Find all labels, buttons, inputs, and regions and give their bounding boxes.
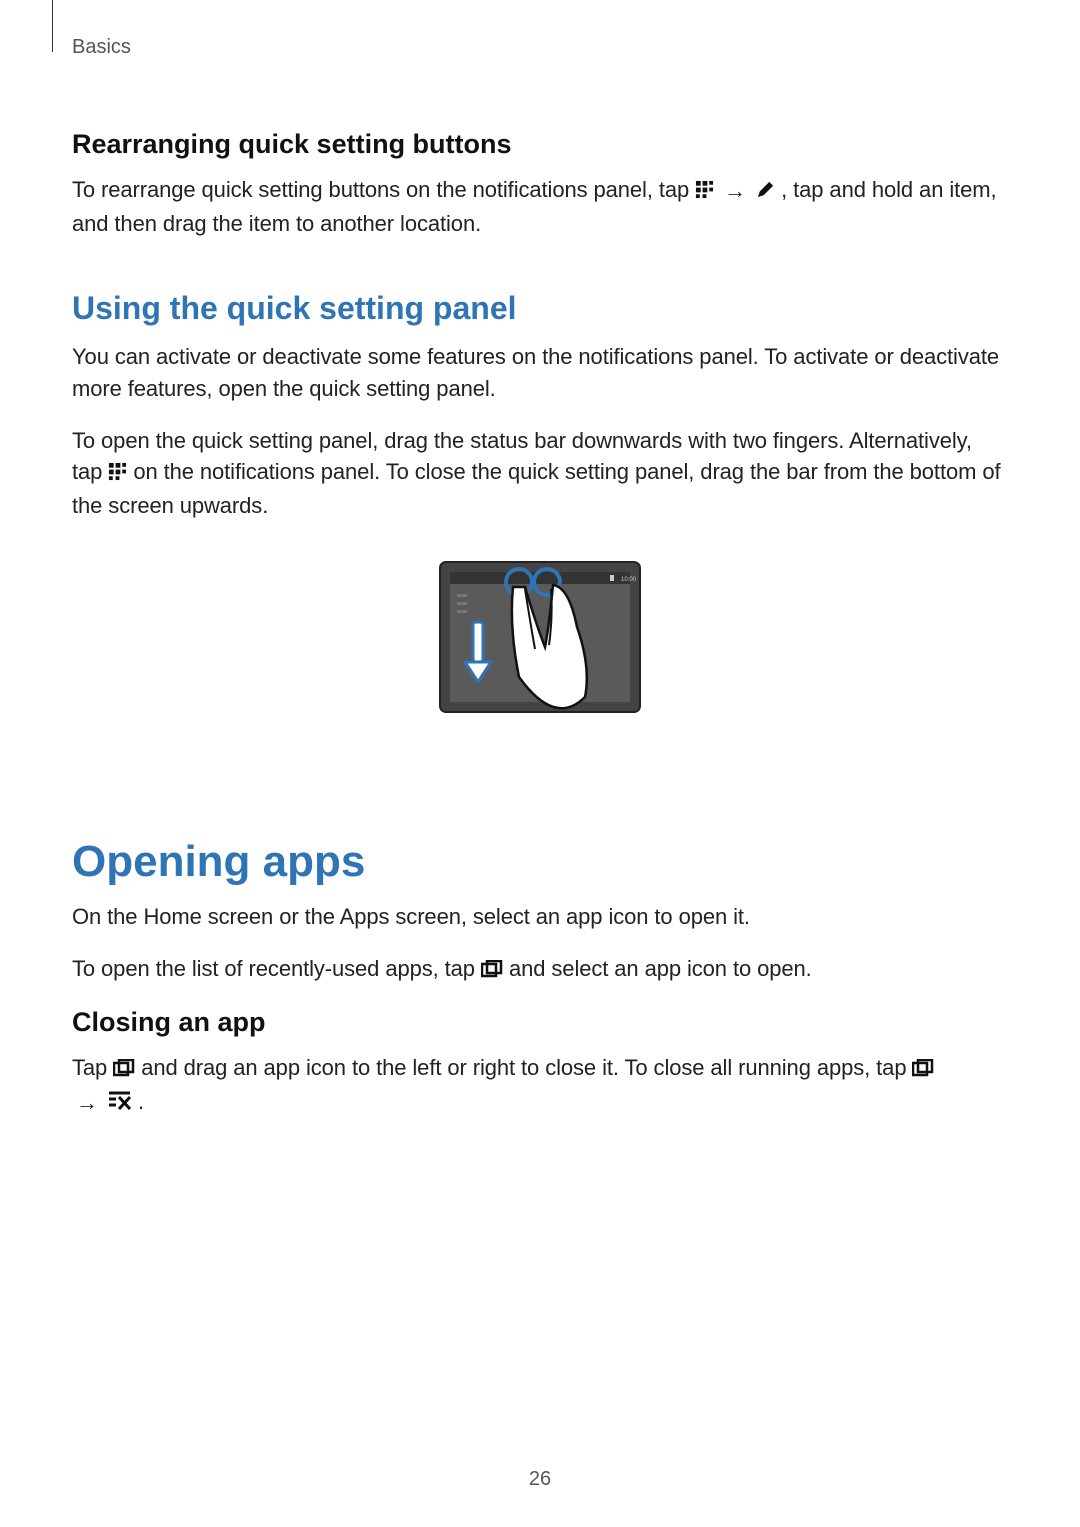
text-fragment: on the notifications panel. To close the… <box>72 459 1000 518</box>
recent-apps-icon <box>481 955 503 987</box>
text-fragment: and select an app icon to open. <box>509 956 812 981</box>
paragraph-opening-1: On the Home screen or the Apps screen, s… <box>72 901 1008 933</box>
page-margin-rule <box>52 0 53 52</box>
text-fragment: To rearrange quick setting buttons on th… <box>72 177 695 202</box>
text-fragment: Tap <box>72 1055 113 1080</box>
illustration-two-finger-drag: 10:00 <box>72 542 1008 757</box>
heading-closing-app: Closing an app <box>72 1007 1008 1038</box>
close-all-icon <box>108 1088 132 1120</box>
paragraph-using-panel-1: You can activate or deactivate some feat… <box>72 341 1008 405</box>
paragraph-rearranging: To rearrange quick setting buttons on th… <box>72 174 1008 240</box>
recent-apps-icon <box>113 1054 135 1086</box>
text-fragment: and drag an app icon to the left or righ… <box>141 1055 912 1080</box>
page-number: 26 <box>0 1468 1080 1491</box>
recent-apps-icon <box>912 1054 934 1086</box>
pencil-icon <box>756 176 775 208</box>
arrow-icon: → <box>724 175 746 207</box>
paragraph-using-panel-2: To open the quick setting panel, drag th… <box>72 425 1008 523</box>
paragraph-opening-2: To open the list of recently-used apps, … <box>72 953 1008 987</box>
page-content: Basics Rearranging quick setting buttons… <box>0 0 1080 1120</box>
grid-edit-icon <box>108 458 127 490</box>
text-fragment: . <box>138 1089 144 1114</box>
arrow-icon: → <box>76 1087 98 1119</box>
text-fragment: To open the list of recently-used apps, … <box>72 956 481 981</box>
grid-edit-icon <box>695 176 714 208</box>
svg-text:10:00: 10:00 <box>621 577 637 583</box>
heading-opening-apps: Opening apps <box>72 837 1008 887</box>
heading-using-panel: Using the quick setting panel <box>72 290 1008 327</box>
heading-rearranging: Rearranging quick setting buttons <box>72 129 1008 160</box>
section-label: Basics <box>72 36 1008 59</box>
paragraph-closing: Tap and drag an app icon to the left or … <box>72 1052 1008 1120</box>
